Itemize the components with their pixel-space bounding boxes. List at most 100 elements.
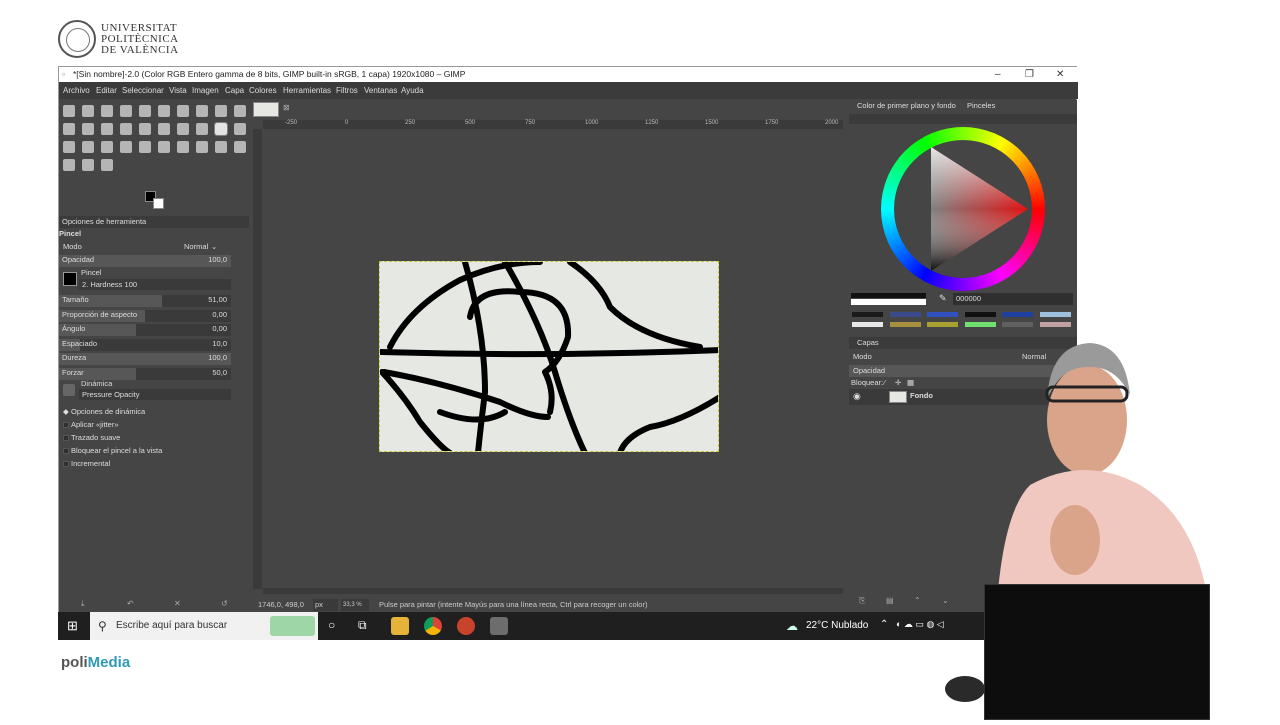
minimize-button[interactable]: –	[995, 67, 1001, 82]
save-options-icon[interactable]: ⤓	[81, 599, 85, 609]
move-tool-icon[interactable]	[63, 105, 75, 117]
free-select-tool-icon[interactable]	[139, 105, 151, 117]
gimp-taskbar-icon[interactable]	[490, 617, 508, 635]
checkbox[interactable]	[63, 448, 69, 454]
shear-tool-icon[interactable]	[158, 123, 170, 135]
menu-herramientas[interactable]: Herramientas	[283, 82, 331, 99]
option-checkbox-row[interactable]: Trazado suave	[59, 432, 249, 444]
handle-transform-tool-icon[interactable]	[139, 123, 151, 135]
menu-ventanas[interactable]: Ventanas	[364, 82, 397, 99]
lock-position-icon[interactable]: ✛	[895, 377, 901, 389]
measure-tool-icon[interactable]	[82, 159, 94, 171]
menu-ayuda[interactable]: Ayuda	[401, 82, 424, 99]
color-history-swatch[interactable]	[1039, 312, 1071, 317]
weather-text[interactable]: 22°C Nublado	[806, 620, 868, 631]
background-color-swatch[interactable]	[153, 198, 164, 209]
menu-seleccionar[interactable]: Seleccionar	[122, 82, 164, 99]
image-tab-thumbnail[interactable]	[253, 102, 279, 117]
menu-imagen[interactable]: Imagen	[192, 82, 219, 99]
cage-tool-icon[interactable]	[82, 123, 94, 135]
pencil-tool-icon[interactable]	[234, 123, 246, 135]
slider-2[interactable]: Ángulo 0,00	[59, 324, 231, 336]
airbrush-tool-icon[interactable]	[63, 141, 75, 153]
lock-alpha-icon[interactable]: ▦	[907, 377, 914, 389]
ink-tool-icon[interactable]	[82, 141, 94, 153]
eraser-tool-icon[interactable]	[158, 141, 170, 153]
mode-row[interactable]: Modo Normal ⌄	[59, 241, 249, 253]
reset-options-icon[interactable]: ↺	[221, 599, 228, 608]
color-history-swatch[interactable]	[852, 312, 883, 317]
slider-3[interactable]: Espaciado 10,0	[59, 338, 231, 351]
warp-tool-icon[interactable]	[234, 105, 246, 117]
image-canvas[interactable]	[379, 261, 719, 452]
blur-tool-icon[interactable]	[215, 141, 227, 153]
smudge-tool-icon[interactable]	[120, 141, 132, 153]
file-explorer-icon[interactable]	[391, 617, 409, 635]
raise-layer-icon[interactable]: ⌃	[914, 596, 921, 605]
eye-icon[interactable]: ◉	[853, 391, 861, 402]
chrome-icon[interactable]	[424, 617, 442, 635]
dynamics-row[interactable]: Dinámica Pressure Opacity	[59, 379, 249, 403]
windows-start-icon[interactable]: ⊞	[67, 618, 78, 634]
scissors-tool-icon[interactable]	[158, 105, 170, 117]
perspective-tool-icon[interactable]	[101, 123, 113, 135]
close-button[interactable]: ✕	[1056, 67, 1064, 82]
unit-select[interactable]: px	[313, 599, 338, 611]
color-history-swatch[interactable]	[964, 312, 996, 317]
color-history-swatch[interactable]	[889, 322, 921, 327]
restore-options-icon[interactable]: ↶	[127, 599, 134, 608]
new-layer-icon[interactable]: ⎘	[859, 596, 865, 606]
ellipse-select-tool-icon[interactable]	[120, 105, 132, 117]
unified-transform-tool-icon[interactable]	[63, 123, 75, 135]
new-group-icon[interactable]: ▤	[886, 596, 894, 605]
color-history-swatch[interactable]	[852, 322, 883, 327]
gradient-tool-icon[interactable]	[196, 123, 208, 135]
close-tab-icon[interactable]: ⊠	[283, 103, 290, 112]
path-tool-icon[interactable]	[196, 105, 208, 117]
option-checkbox-row[interactable]: Aplicar «jitter»	[59, 419, 249, 431]
horizontal-scrollbar[interactable]	[263, 588, 843, 594]
dynamics-options-expander[interactable]: ◆ Opciones de dinámica	[59, 406, 249, 418]
clone-tool-icon[interactable]	[101, 141, 113, 153]
paintbrush-tool-icon[interactable]	[214, 122, 228, 136]
flip-tool-icon[interactable]	[120, 123, 132, 135]
zoom-tool-icon[interactable]	[101, 159, 113, 171]
slider-1[interactable]: Proporción de aspecto 0,00	[59, 309, 231, 322]
align-tool-icon[interactable]	[82, 105, 94, 117]
slider-0[interactable]: Tamaño 51,00	[59, 295, 231, 307]
menu-filtros[interactable]: Filtros	[336, 82, 358, 99]
heal-tool-icon[interactable]	[139, 141, 151, 153]
color-wheel[interactable]	[881, 127, 1045, 291]
slider-4[interactable]: Dureza 100,0	[59, 353, 231, 365]
option-checkbox-row[interactable]: Bloquear el pincel a la vista	[59, 445, 249, 457]
lower-layer-icon[interactable]: ⌄	[942, 596, 949, 605]
bucket-tool-icon[interactable]	[177, 123, 189, 135]
cortana-icon[interactable]: ○	[328, 618, 335, 632]
menu-archivo[interactable]: Archivo	[63, 82, 90, 99]
dodge-tool-icon[interactable]	[177, 141, 189, 153]
checkbox[interactable]	[63, 422, 69, 428]
color-history-swatch[interactable]	[927, 322, 958, 327]
checkbox[interactable]	[63, 435, 69, 441]
text-tool-icon[interactable]	[63, 159, 75, 171]
tab-brushes[interactable]: Pinceles	[967, 100, 995, 112]
delete-options-icon[interactable]: ✕	[174, 599, 181, 608]
tray-icons[interactable]: ◐ ☁ ▭ ◍ ◁	[896, 619, 944, 630]
color-selector-tabs[interactable]	[849, 114, 1077, 124]
color-picker-tool-icon[interactable]	[234, 141, 246, 153]
lock-pixels-icon[interactable]: ⁄	[884, 377, 885, 389]
task-view-icon[interactable]: ⧉	[358, 618, 367, 633]
menu-capa[interactable]: Capa	[225, 82, 244, 99]
mypaint-tool-icon[interactable]	[196, 141, 208, 153]
rect-select-tool-icon[interactable]	[101, 105, 113, 117]
color-picker-icon[interactable]: ✎	[939, 293, 947, 304]
fuzzy-select-tool-icon[interactable]	[177, 105, 189, 117]
color-history-swatch[interactable]	[1002, 312, 1033, 317]
slider-5[interactable]: Forzar 50,0	[59, 367, 231, 380]
brush-row[interactable]: Pincel 2. Hardness 100	[59, 268, 249, 294]
zoom-select[interactable]: 33,3 %	[341, 599, 369, 611]
powerpoint-icon[interactable]	[457, 617, 475, 635]
menu-editar[interactable]: Editar	[96, 82, 117, 99]
saturation-value-triangle[interactable]	[893, 139, 1033, 279]
taskbar-search[interactable]: ⚲ Escribe aquí para buscar	[90, 612, 318, 640]
